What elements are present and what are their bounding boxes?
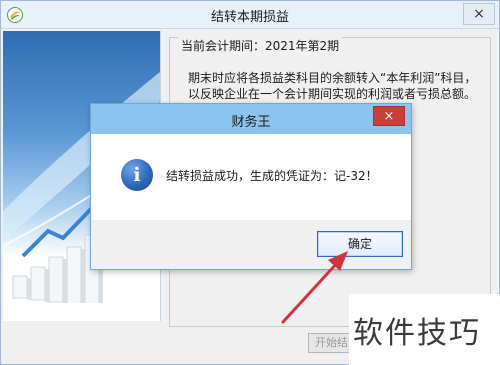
window-title: 结转本期损益 bbox=[210, 10, 289, 25]
dialog-body: i 结转损益成功，生成的凭证为：记-32！ bbox=[91, 134, 411, 220]
dialog-footer: 确定 bbox=[91, 220, 411, 269]
window-titlebar: 结转本期损益 × bbox=[1, 1, 499, 29]
watermark: 软件技巧 bbox=[349, 294, 500, 365]
watermark-text: 软件技巧 bbox=[353, 316, 481, 351]
dialog-message: 结转损益成功，生成的凭证为：记-32！ bbox=[166, 169, 378, 183]
dialog-titlebar: 财务王 × bbox=[91, 104, 411, 134]
window-close-button[interactable]: × bbox=[463, 3, 495, 25]
dialog-close-button[interactable]: × bbox=[373, 106, 405, 126]
ok-button[interactable]: 确定 bbox=[317, 231, 403, 257]
screenshot: 结转本期损益 × 当前会计期间：2021年第2期 期末时应将各损益类科目的余额转… bbox=[0, 0, 500, 365]
dialog-title: 财务王 bbox=[231, 115, 271, 130]
message-dialog: 财务王 × i 结转损益成功，生成的凭证为：记-32！ 确定 bbox=[90, 103, 412, 270]
accounting-period-label: 当前会计期间：2021年第2期 bbox=[178, 37, 343, 54]
info-icon: i bbox=[121, 159, 153, 191]
